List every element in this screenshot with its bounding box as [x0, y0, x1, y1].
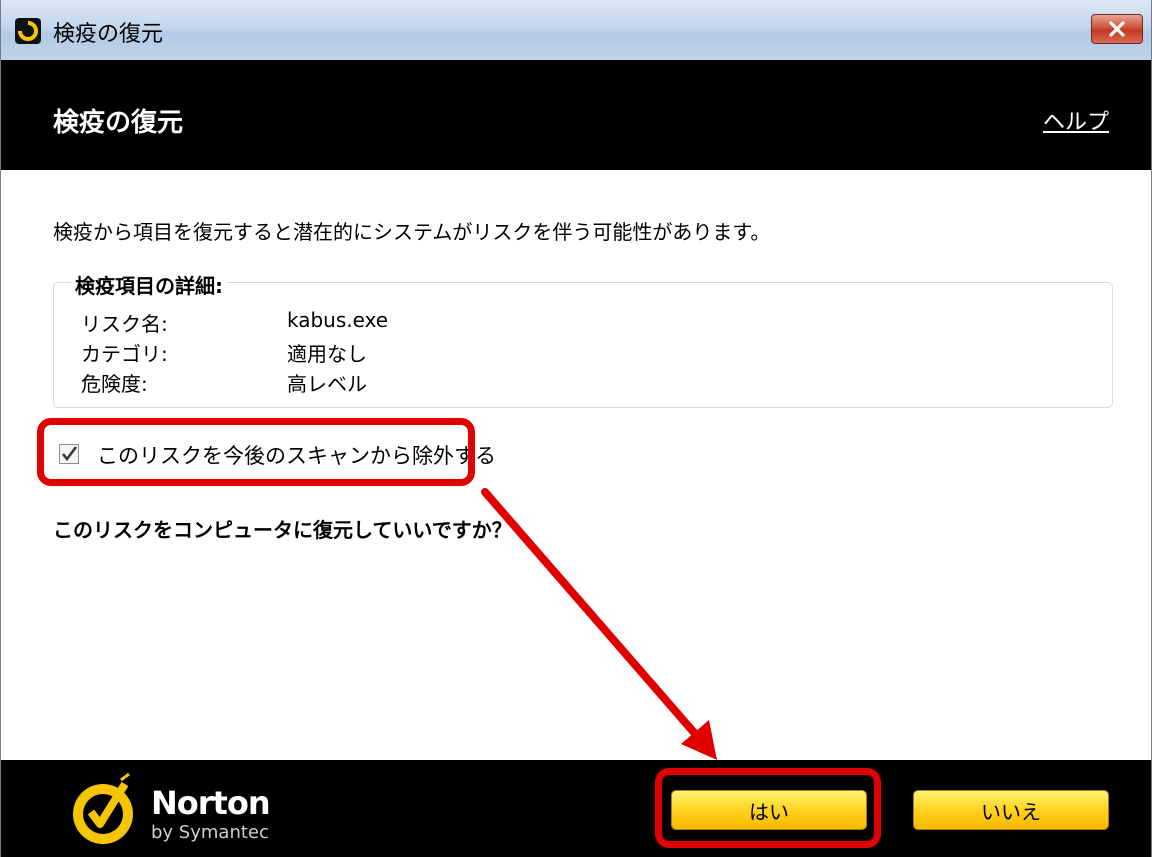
- window-title: 検疫の復元: [53, 22, 164, 47]
- close-icon: [1109, 21, 1125, 37]
- restore-quarantine-window: 検疫の復元 検疫の復元 ヘルプ 検疫から項目を復元すると潜在的にシステムがリスク…: [0, 0, 1152, 857]
- severity-label: 危険度:: [81, 372, 148, 396]
- brand-subtitle: by Symantec: [151, 822, 269, 843]
- details-heading: 検疫項目の詳細:: [71, 270, 227, 299]
- brand-name: Norton: [151, 784, 271, 822]
- close-button[interactable]: [1091, 14, 1143, 44]
- title-bar[interactable]: 検疫の復元: [1, 0, 1151, 61]
- help-link[interactable]: ヘルプ: [1043, 104, 1109, 136]
- no-button[interactable]: いいえ: [913, 790, 1109, 830]
- category-label: カテゴリ:: [81, 342, 168, 366]
- details-group: [53, 282, 1113, 408]
- risk-name-label: リスク名:: [81, 312, 168, 336]
- warning-message: 検疫から項目を復元すると潜在的にシステムがリスクを伴う可能性があります。: [53, 220, 771, 244]
- norton-app-icon: [15, 18, 41, 44]
- severity-value: 高レベル: [287, 372, 367, 396]
- page-header: 検疫の復元 ヘルプ: [1, 60, 1151, 170]
- restore-question: このリスクをコンピュータに復元していいですか？: [53, 518, 512, 542]
- checkbox-highlight-annotation: [37, 418, 475, 486]
- page-title: 検疫の復元: [53, 108, 184, 138]
- yes-button-highlight-annotation: [655, 768, 881, 848]
- category-value: 適用なし: [287, 342, 367, 366]
- norton-logo-icon: [73, 772, 133, 844]
- risk-name-value: kabus.exe: [287, 308, 389, 332]
